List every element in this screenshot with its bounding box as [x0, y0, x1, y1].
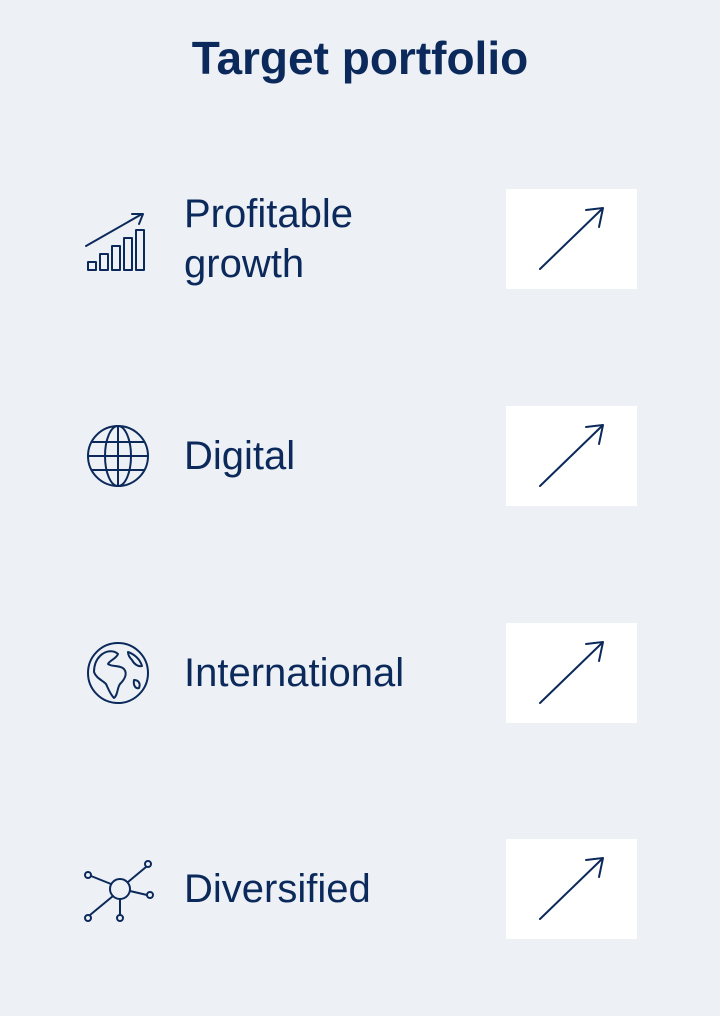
portfolio-item-digital: Digital [0, 406, 720, 506]
arrow-up-right-icon [539, 207, 604, 270]
network-icon [80, 856, 156, 922]
portfolio-item-diversified: Diversified [0, 839, 720, 939]
portfolio-item-label: Digital [184, 434, 296, 478]
trend-indicator-box [506, 406, 637, 506]
portfolio-item-label: Diversified [184, 867, 371, 911]
growth-chart-icon [80, 206, 156, 272]
trend-indicator-box [506, 623, 637, 723]
globe-icon [80, 423, 156, 489]
portfolio-item-international: International [0, 623, 720, 723]
portfolio-item-profitable-growth: Profitable growth [0, 189, 720, 289]
trend-indicator-box [506, 189, 637, 289]
earth-icon [80, 640, 156, 706]
portfolio-item-label: Profitable growth [184, 192, 353, 286]
portfolio-item-label: International [184, 651, 405, 695]
arrow-up-right-icon [539, 424, 604, 487]
arrow-up-right-icon [539, 857, 604, 920]
arrow-up-right-icon [539, 641, 604, 704]
trend-indicator-box [506, 839, 637, 939]
page-title: Target portfolio [191, 32, 529, 84]
